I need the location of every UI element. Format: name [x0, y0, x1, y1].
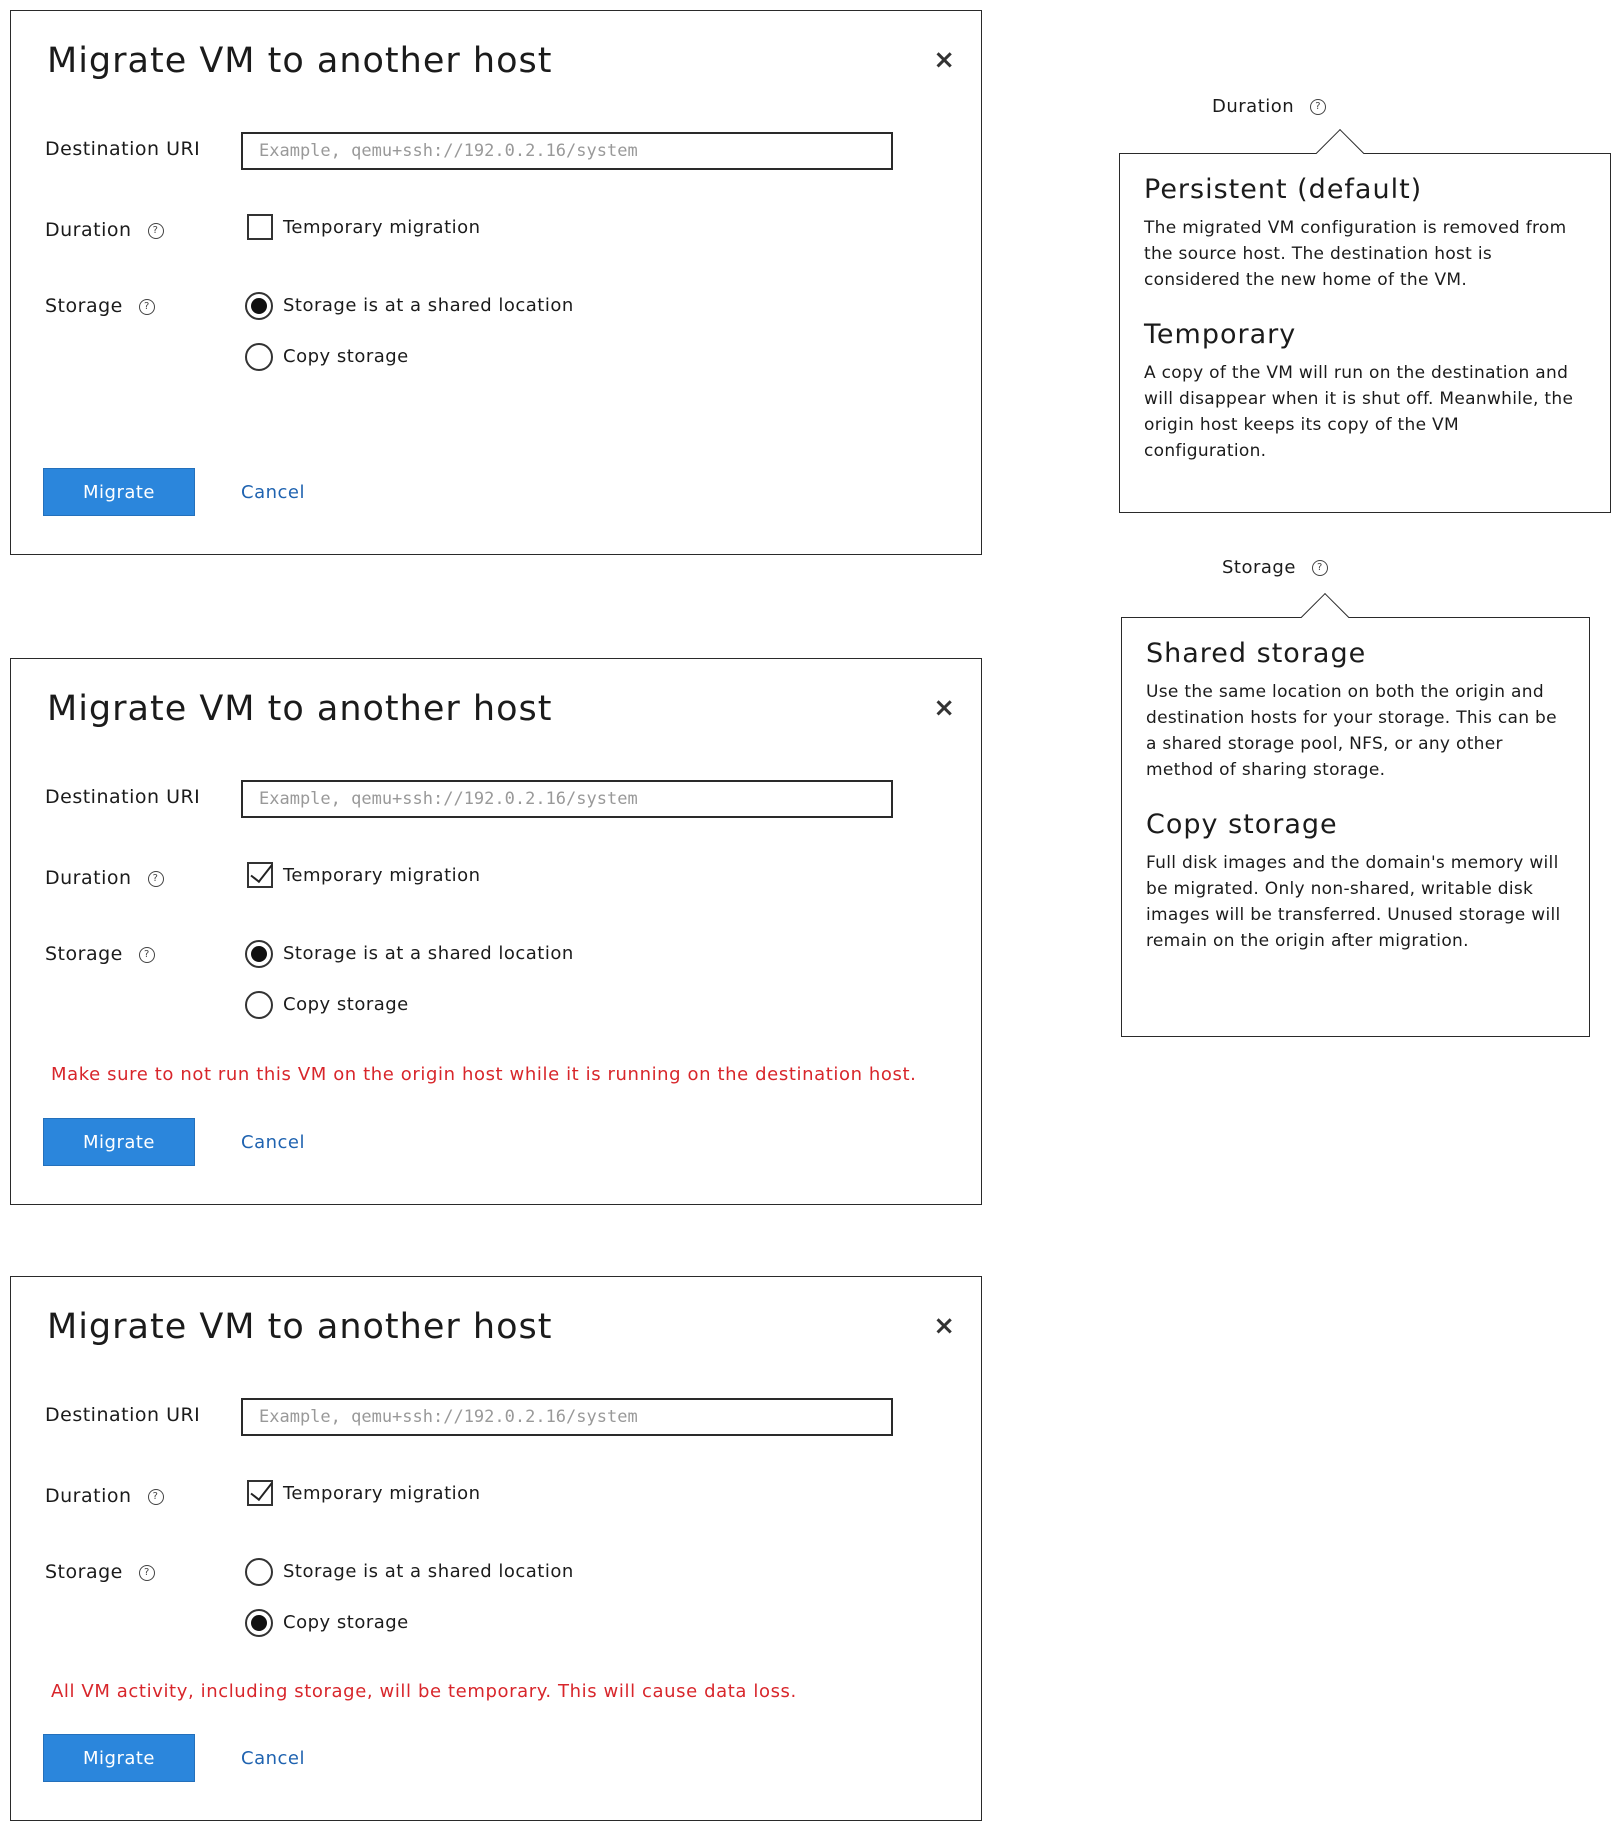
- copy-storage-radio[interactable]: [245, 1609, 273, 1637]
- popover-heading-copy-storage: Copy storage: [1146, 809, 1338, 840]
- cancel-button[interactable]: Cancel: [241, 1132, 305, 1153]
- popover-heading-shared-storage: Shared storage: [1146, 638, 1367, 669]
- migrate-button[interactable]: Migrate: [43, 1734, 195, 1782]
- temporary-migration-checkbox[interactable]: [247, 214, 273, 240]
- destination-uri-input[interactable]: [241, 780, 893, 818]
- destination-uri-input[interactable]: [241, 132, 893, 170]
- dialog-title: Migrate VM to another host: [47, 1307, 553, 1347]
- copy-storage-label[interactable]: Copy storage: [283, 1612, 409, 1633]
- storage-popover: Shared storage Use the same location on …: [1121, 592, 1590, 1037]
- popover-text-shared-storage: Use the same location on both the origin…: [1146, 682, 1557, 780]
- popover-text-copy-storage: Full disk images and the domain's memory…: [1146, 853, 1561, 951]
- copy-storage-radio[interactable]: [245, 991, 273, 1019]
- migrate-dialog-2: Migrate VM to another host × Destination…: [10, 658, 982, 1205]
- storage-shared-radio[interactable]: [245, 292, 273, 320]
- storage-shared-radio[interactable]: [245, 1558, 273, 1586]
- duration-label: Duration?: [45, 867, 164, 889]
- temporary-migration-label[interactable]: Temporary migration: [283, 865, 481, 886]
- popover-text-persistent: The migrated VM configuration is removed…: [1144, 218, 1567, 290]
- duration-label: Duration?: [45, 219, 164, 241]
- duration-anchor-label: Duration: [1212, 96, 1295, 117]
- duration-label-text: Duration: [45, 1485, 132, 1507]
- duration-popover: Persistent (default) The migrated VM con…: [1119, 128, 1611, 513]
- dialog-title: Migrate VM to another host: [47, 41, 553, 81]
- storage-shared-label[interactable]: Storage is at a shared location: [283, 1561, 574, 1582]
- migrate-dialog-1: Migrate VM to another host × Destination…: [10, 10, 982, 555]
- warning-message: Make sure to not run this VM on the orig…: [51, 1064, 917, 1085]
- destination-uri-label: Destination URI: [45, 1404, 201, 1426]
- duration-label: Duration?: [45, 1485, 164, 1507]
- storage-anchor-label: Storage: [1222, 557, 1296, 578]
- temporary-migration-checkbox[interactable]: [247, 862, 273, 888]
- help-icon[interactable]: ?: [138, 298, 155, 315]
- destination-uri-label: Destination URI: [45, 138, 201, 160]
- storage-label-text: Storage: [45, 943, 123, 965]
- duration-popover-anchor: Duration?: [1212, 96, 1327, 117]
- storage-label-text: Storage: [45, 295, 123, 317]
- help-icon[interactable]: ?: [138, 1564, 155, 1581]
- copy-storage-radio[interactable]: [245, 343, 273, 371]
- close-icon[interactable]: ×: [933, 1311, 955, 1341]
- duration-label-text: Duration: [45, 867, 132, 889]
- help-icon[interactable]: ?: [147, 870, 164, 887]
- storage-shared-label[interactable]: Storage is at a shared location: [283, 943, 574, 964]
- cancel-button[interactable]: Cancel: [241, 1748, 305, 1769]
- help-icon[interactable]: ?: [147, 222, 164, 239]
- storage-label: Storage?: [45, 1561, 155, 1583]
- popover-heading-persistent: Persistent (default): [1144, 174, 1423, 205]
- popover-text-temporary: A copy of the VM will run on the destina…: [1144, 363, 1574, 461]
- copy-storage-label[interactable]: Copy storage: [283, 346, 409, 367]
- migrate-button[interactable]: Migrate: [43, 1118, 195, 1166]
- warning-message: All VM activity, including storage, will…: [51, 1681, 797, 1702]
- storage-label-text: Storage: [45, 1561, 123, 1583]
- duration-label-text: Duration: [45, 219, 132, 241]
- storage-label: Storage?: [45, 943, 155, 965]
- storage-popover-anchor: Storage?: [1222, 557, 1328, 578]
- popover-caret: [1300, 592, 1350, 642]
- help-icon[interactable]: ?: [147, 1488, 164, 1505]
- storage-shared-radio[interactable]: [245, 940, 273, 968]
- copy-storage-label[interactable]: Copy storage: [283, 994, 409, 1015]
- temporary-migration-label[interactable]: Temporary migration: [283, 1483, 481, 1504]
- popover-caret: [1315, 128, 1365, 178]
- destination-uri-label: Destination URI: [45, 786, 201, 808]
- migrate-dialog-3: Migrate VM to another host × Destination…: [10, 1276, 982, 1821]
- close-icon[interactable]: ×: [933, 45, 955, 75]
- temporary-migration-checkbox[interactable]: [247, 1480, 273, 1506]
- close-icon[interactable]: ×: [933, 693, 955, 723]
- destination-uri-input[interactable]: [241, 1398, 893, 1436]
- help-icon[interactable]: ?: [138, 946, 155, 963]
- cancel-button[interactable]: Cancel: [241, 482, 305, 503]
- temporary-migration-label[interactable]: Temporary migration: [283, 217, 481, 238]
- storage-shared-label[interactable]: Storage is at a shared location: [283, 295, 574, 316]
- dialog-title: Migrate VM to another host: [47, 689, 553, 729]
- popover-heading-temporary: Temporary: [1144, 319, 1297, 350]
- storage-label: Storage?: [45, 295, 155, 317]
- help-icon[interactable]: ?: [1310, 99, 1327, 115]
- migrate-button[interactable]: Migrate: [43, 468, 195, 516]
- help-icon[interactable]: ?: [1311, 560, 1328, 576]
